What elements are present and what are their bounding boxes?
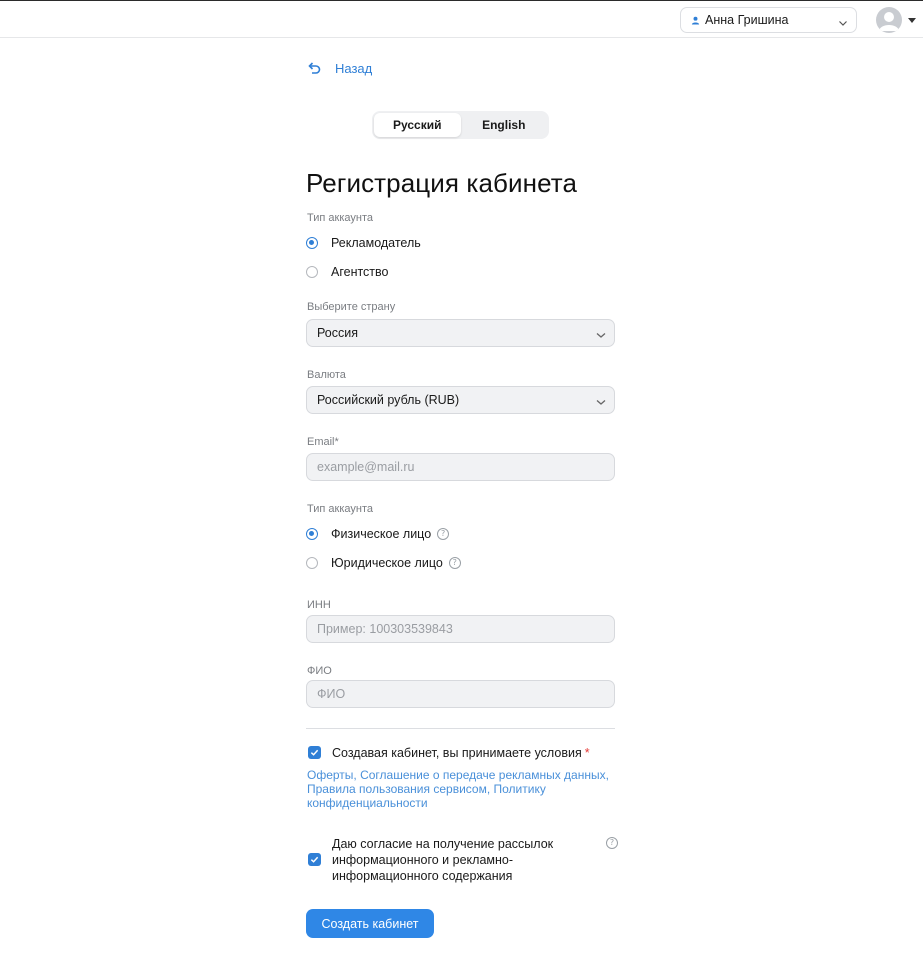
country-label: Выберите страну — [307, 301, 396, 313]
legal-type-label: Тип аккаунта — [307, 503, 373, 515]
profile-menu[interactable] — [876, 7, 916, 33]
radio-advertiser[interactable]: Рекламодатель — [306, 236, 421, 250]
consent-checkbox[interactable] — [308, 853, 321, 866]
chevron-down-icon — [838, 15, 848, 26]
inn-placeholder: Пример: 100303539843 — [317, 622, 453, 636]
radio-label: Агентство — [331, 265, 389, 279]
language-toggle: Русский English — [372, 111, 549, 139]
check-icon — [310, 856, 319, 863]
required-mark: * — [584, 746, 590, 760]
radio-agency[interactable]: Агентство — [306, 265, 389, 279]
link-separator: , — [486, 782, 494, 796]
inn-label: ИНН — [307, 599, 331, 611]
link-data-agreement[interactable]: Соглашение о передаче рекламных данных — [360, 768, 606, 782]
fio-field[interactable]: ФИО — [306, 680, 615, 708]
help-icon[interactable]: ? — [606, 837, 618, 849]
terms-links: Оферты, Соглашение о передаче рекламных … — [307, 768, 617, 810]
back-link[interactable]: Назад — [306, 60, 372, 76]
radio-button[interactable] — [306, 266, 318, 278]
terms-label: Создавая кабинет, вы принимаете условия — [332, 746, 582, 760]
radio-label: Физическое лицо — [331, 527, 432, 541]
fio-placeholder: ФИО — [317, 687, 346, 701]
help-icon[interactable]: ? — [437, 528, 450, 540]
radio-button[interactable] — [306, 557, 318, 569]
inn-field[interactable]: Пример: 100303539843 — [306, 615, 615, 643]
avatar — [876, 7, 902, 33]
account-type-label: Тип аккаунта — [307, 212, 373, 224]
page-title: Регистрация кабинета — [306, 168, 578, 198]
account-switcher[interactable]: Анна Гришина — [680, 7, 857, 33]
currency-value: Российский рубль (RUB) — [317, 393, 460, 407]
radio-button[interactable] — [306, 528, 318, 540]
email-placeholder: example@mail.ru — [317, 460, 415, 474]
consent-text: Даю согласие на получение рассылок инфор… — [332, 837, 554, 883]
fio-label: ФИО — [307, 665, 332, 677]
lang-option-russian[interactable]: Русский — [374, 113, 461, 137]
currency-label: Валюта — [307, 369, 346, 381]
help-icon[interactable]: ? — [448, 557, 461, 569]
radio-label: Рекламодатель — [331, 236, 421, 250]
chevron-down-icon — [596, 396, 606, 406]
radio-label: Юридическое лицо — [331, 556, 443, 570]
divider — [306, 728, 615, 729]
email-label: Email* — [307, 436, 339, 448]
chevron-down-icon — [596, 329, 606, 339]
create-cabinet-button[interactable]: Создать кабинет — [306, 909, 434, 938]
currency-select[interactable]: Российский рубль (RUB) — [306, 386, 615, 414]
back-label: Назад — [335, 60, 373, 76]
link-separator: , — [605, 768, 609, 782]
check-icon — [310, 749, 319, 756]
lang-option-english[interactable]: English — [461, 113, 548, 137]
terms-checkbox[interactable] — [308, 746, 321, 759]
caret-down-icon — [908, 17, 916, 23]
user-icon — [691, 15, 701, 25]
link-service-rules[interactable]: Правила пользования сервисом — [307, 782, 487, 796]
link-offer[interactable]: Оферты — [307, 768, 353, 782]
undo-arrow-icon — [306, 60, 322, 76]
account-name: Анна Гришина — [705, 13, 789, 27]
country-select[interactable]: Россия — [306, 319, 615, 347]
radio-button[interactable] — [306, 237, 318, 249]
terms-text: Создавая кабинет, вы принимаете условия * — [332, 746, 590, 760]
top-bar: Анна Гришина — [0, 0, 923, 38]
radio-legal-entity[interactable]: Юридическое лицо ? — [306, 556, 461, 570]
email-field[interactable]: example@mail.ru — [306, 453, 615, 481]
country-value: Россия — [317, 326, 358, 340]
radio-individual[interactable]: Физическое лицо ? — [306, 527, 450, 541]
